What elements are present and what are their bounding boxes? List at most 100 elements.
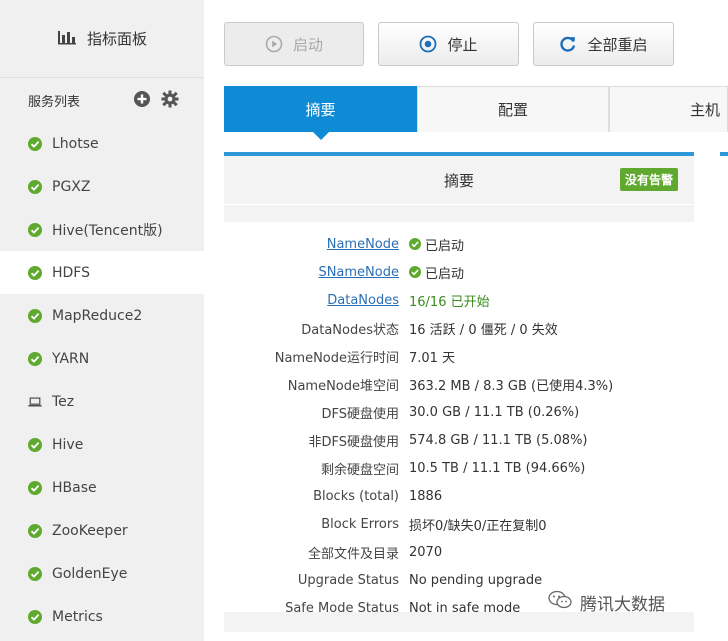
table-row: 剩余硬盘空间 10.5 TB / 11.1 TB (94.66%) bbox=[224, 454, 694, 482]
restart-label: 全部重启 bbox=[587, 35, 648, 54]
check-circle-icon bbox=[28, 179, 42, 194]
row-value: 已启动 bbox=[425, 266, 465, 282]
sidebar-item-label: MapReduce2 bbox=[52, 307, 143, 324]
namenode-link[interactable]: NameNode bbox=[224, 237, 409, 252]
adjacent-panel-accent bbox=[720, 152, 728, 156]
row-key: 非DFS硬盘使用 bbox=[308, 434, 399, 450]
refresh-icon bbox=[559, 35, 577, 53]
stop-circle-icon bbox=[419, 35, 437, 53]
row-key: Blocks (total) bbox=[313, 488, 399, 504]
row-value: 已启动 bbox=[425, 238, 465, 254]
laptop-icon bbox=[28, 395, 42, 409]
sidebar-item-label: HDFS bbox=[52, 264, 91, 281]
sidebar-item-zookeeper[interactable]: ZooKeeper bbox=[0, 509, 204, 552]
watermark: 腾讯大数据 bbox=[548, 590, 665, 615]
watermark-text: 腾讯大数据 bbox=[580, 595, 665, 615]
check-circle-icon bbox=[28, 566, 42, 581]
sidebar-item-label: Metrics bbox=[52, 608, 103, 625]
sidebar-item-label: GoldenEye bbox=[52, 565, 128, 582]
gear-icon[interactable] bbox=[161, 90, 179, 112]
panel-title: 摘要 bbox=[443, 171, 474, 190]
row-value: 16 活跃 / 0 僵死 / 0 失效 bbox=[409, 322, 558, 338]
check-circle-icon bbox=[28, 222, 42, 237]
main-content: 启动 停止 全部重启 摘要 配置 主机 摘要 没有告警 NameNode 已启动… bbox=[204, 0, 728, 641]
row-value: 10.5 TB / 11.1 TB (94.66%) bbox=[409, 460, 586, 476]
sidebar-item-hdfs[interactable]: HDFS bbox=[0, 251, 205, 294]
datanodes-link[interactable]: DataNodes bbox=[224, 293, 409, 308]
service-list: Lhotse PGXZ Hive(Tencent版) HDFS MapReduc… bbox=[0, 122, 205, 638]
sidebar-item-label: PGXZ bbox=[52, 178, 91, 195]
sidebar-item-mapreduce2[interactable]: MapReduce2 bbox=[0, 294, 204, 337]
check-circle-icon bbox=[28, 351, 42, 366]
dashboard-link[interactable]: 指标面板 bbox=[0, 0, 204, 78]
row-value: 损坏0/缺失0/正在复制0 bbox=[409, 518, 547, 534]
panel-header: 摘要 没有告警 bbox=[224, 156, 694, 204]
row-value: 30.0 GB / 11.1 TB (0.26%) bbox=[409, 404, 580, 420]
table-row: DataNodes 16/16 已开始 bbox=[224, 286, 694, 314]
table-row: NameNode运行时间 7.01 天 bbox=[224, 342, 694, 370]
tab-summary[interactable]: 摘要 bbox=[224, 86, 417, 140]
tab-bar: 摘要 配置 主机 bbox=[224, 86, 728, 140]
wechat-icon bbox=[548, 590, 572, 615]
check-circle-icon bbox=[28, 308, 42, 323]
panel-band bbox=[224, 205, 694, 222]
summary-table: NameNode 已启动 SNameNode 已启动 DataNodes 16/… bbox=[224, 222, 694, 622]
stop-button[interactable]: 停止 bbox=[378, 22, 519, 66]
row-key: Upgrade Status bbox=[297, 572, 399, 588]
snamenode-link[interactable]: SNameNode bbox=[224, 265, 409, 280]
sidebar-item-metrics[interactable]: Metrics bbox=[0, 595, 204, 638]
services-label: 服务列表 bbox=[28, 94, 81, 110]
table-row: DFS硬盘使用 30.0 GB / 11.1 TB (0.26%) bbox=[224, 398, 694, 426]
row-value: 16/16 已开始 bbox=[409, 294, 490, 310]
row-key: Block Errors bbox=[321, 516, 399, 532]
row-key: NameNode堆空间 bbox=[287, 378, 399, 394]
check-circle-icon bbox=[28, 437, 42, 452]
sidebar-item-label: Tez bbox=[52, 393, 75, 410]
sidebar-item-label: Hive bbox=[52, 436, 84, 453]
check-circle-icon bbox=[28, 136, 42, 151]
row-value: 1886 bbox=[409, 488, 443, 504]
row-value: 363.2 MB / 8.3 GB (已使用4.3%) bbox=[409, 378, 614, 394]
table-row: 非DFS硬盘使用 574.8 GB / 11.1 TB (5.08%) bbox=[224, 426, 694, 454]
sidebar-item-label: Lhotse bbox=[52, 135, 99, 152]
row-value: 2070 bbox=[409, 544, 443, 560]
sidebar-item-yarn[interactable]: YARN bbox=[0, 337, 204, 380]
check-circle-icon bbox=[28, 523, 42, 538]
play-circle-icon bbox=[265, 35, 283, 53]
sidebar-item-tez[interactable]: Tez bbox=[0, 380, 204, 423]
sidebar: 指标面板 服务列表 Lhotse PGXZ Hive(Tencent版) HDF… bbox=[0, 0, 205, 641]
panel-footer bbox=[224, 612, 694, 632]
sidebar-item-hive-tencent[interactable]: Hive(Tencent版) bbox=[0, 208, 204, 251]
check-circle-icon bbox=[409, 238, 421, 250]
toolbar: 启动 停止 全部重启 bbox=[224, 22, 674, 66]
table-row: Block Errors 损坏0/缺失0/正在复制0 bbox=[224, 510, 694, 538]
dashboard-title: 指标面板 bbox=[86, 30, 147, 48]
sidebar-item-pgxz[interactable]: PGXZ bbox=[0, 165, 204, 208]
check-circle-icon bbox=[28, 609, 42, 624]
check-circle-icon bbox=[409, 266, 421, 278]
check-circle-icon bbox=[28, 265, 42, 280]
table-row: Blocks (total) 1886 bbox=[224, 482, 694, 510]
restart-all-button[interactable]: 全部重启 bbox=[533, 22, 674, 66]
table-row: NameNode堆空间 363.2 MB / 8.3 GB (已使用4.3%) bbox=[224, 370, 694, 398]
table-row: SNameNode 已启动 bbox=[224, 258, 694, 286]
tab-config[interactable]: 配置 bbox=[417, 86, 609, 132]
start-button[interactable]: 启动 bbox=[224, 22, 364, 66]
table-row: 全部文件及目录 2070 bbox=[224, 538, 694, 566]
bar-chart-icon bbox=[57, 29, 77, 49]
sidebar-item-goldeneye[interactable]: GoldenEye bbox=[0, 552, 204, 595]
tab-label: 摘要 bbox=[305, 101, 336, 119]
sidebar-item-hive[interactable]: Hive bbox=[0, 423, 204, 466]
table-row: NameNode 已启动 bbox=[224, 230, 694, 258]
row-value: 574.8 GB / 11.1 TB (5.08%) bbox=[409, 432, 588, 448]
sidebar-item-label: Hive(Tencent版) bbox=[52, 222, 163, 239]
sidebar-item-hbase[interactable]: HBase bbox=[0, 466, 204, 509]
sidebar-item-lhotse[interactable]: Lhotse bbox=[0, 122, 204, 165]
add-service-icon[interactable] bbox=[133, 90, 151, 112]
tab-hosts[interactable]: 主机 bbox=[609, 86, 728, 132]
row-value: 7.01 天 bbox=[409, 350, 456, 366]
summary-panel: 摘要 没有告警 NameNode 已启动 SNameNode 已启动 DataN… bbox=[224, 152, 694, 632]
services-header: 服务列表 bbox=[0, 78, 204, 122]
alert-status-badge[interactable]: 没有告警 bbox=[619, 168, 678, 191]
row-key: 剩余硬盘空间 bbox=[320, 462, 399, 478]
